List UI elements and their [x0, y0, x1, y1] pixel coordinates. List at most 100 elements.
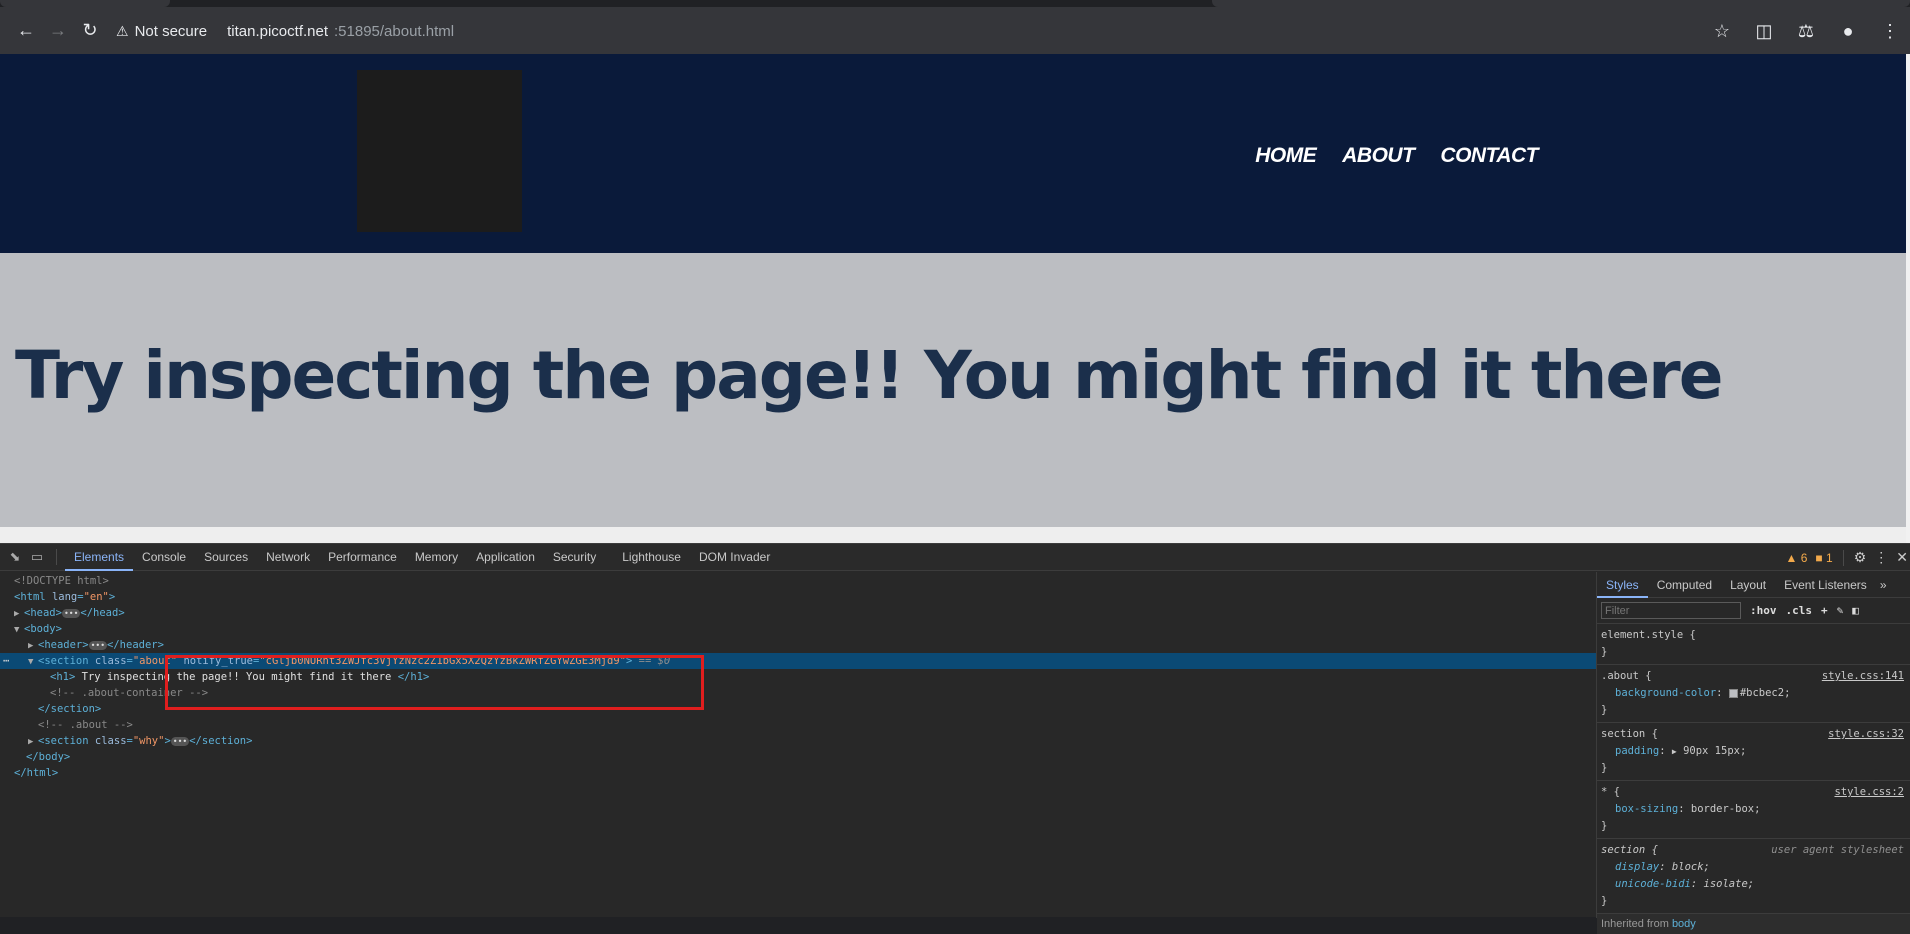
tab-lighthouse[interactable]: Lighthouse — [613, 544, 690, 571]
tab-performance[interactable]: Performance — [319, 544, 406, 571]
notify-value[interactable]: "cGljb0NURnt3ZWJfc3VjYzNzc2Z1bGx5X2QzYzB… — [259, 655, 626, 667]
hov-toggle[interactable]: :hov — [1750, 604, 1777, 617]
dom-html-close[interactable]: </html> — [0, 765, 1596, 781]
toggle-sidebar-icon[interactable]: ◧ — [1852, 604, 1859, 617]
tab-memory[interactable]: Memory — [406, 544, 467, 571]
site-logo[interactable] — [357, 70, 522, 232]
forward-arrow-icon[interactable]: → — [42, 15, 74, 47]
tab-edge[interactable] — [0, 0, 170, 7]
dom-body-open[interactable]: ▼ <body> — [0, 621, 1596, 637]
settings-gear-icon[interactable]: ⚙ — [1854, 549, 1867, 566]
nav-home-link[interactable]: HOME — [1255, 144, 1317, 168]
collapsed-ellipsis-icon[interactable]: ••• — [170, 736, 190, 746]
dom-comment-about-container[interactable]: <!-- .about-container --> — [0, 685, 1596, 701]
expand-triangle-icon[interactable]: ▶ — [28, 638, 38, 654]
back-arrow-icon[interactable]: ← — [10, 15, 42, 47]
tab-styles[interactable]: Styles — [1597, 572, 1648, 598]
nav-contact-link[interactable]: CONTACT — [1440, 144, 1538, 168]
collapsed-ellipsis-icon[interactable]: ••• — [88, 640, 108, 650]
source-link[interactable]: style.css:32 — [1828, 726, 1904, 743]
tab-security[interactable]: Security — [544, 544, 605, 571]
device-toolbar-icon[interactable]: ▭ — [26, 544, 48, 571]
close-icon[interactable]: ✕ — [1896, 549, 1908, 566]
rule-user-agent-section[interactable]: section { user agent stylesheet display:… — [1597, 839, 1910, 914]
menu-kebab-icon[interactable]: ⋮ — [1874, 15, 1906, 47]
devtools-menu-icon[interactable]: ⋮ — [1874, 549, 1888, 566]
tab-network[interactable]: Network — [257, 544, 319, 571]
inherited-body-link[interactable]: body — [1672, 918, 1696, 930]
expand-triangle-icon[interactable]: ▶ — [28, 734, 38, 750]
dom-header[interactable]: ▶ <header> ••• </header> — [0, 637, 1596, 653]
elements-tree: <!DOCTYPE html> <html lang="en"> ▶ <head>… — [0, 572, 1596, 918]
dom-h1[interactable]: <h1> Try inspecting the page!! You might… — [0, 669, 1596, 685]
rule-universal[interactable]: * { style.css:2 box-sizing: border-box; … — [1597, 781, 1910, 839]
site-nav: HOME ABOUT CONTACT — [1255, 144, 1538, 168]
paint-brush-icon[interactable]: ✎ — [1837, 604, 1844, 617]
rule-element-style[interactable]: element.style { } — [1597, 624, 1910, 665]
tab-application[interactable]: Application — [467, 544, 544, 571]
devtools-tabbar-right: ▲ 6 ■ 1 ⚙ ⋮ ✕ — [1786, 544, 1910, 571]
tab-elements[interactable]: Elements — [65, 544, 134, 571]
styles-tabbar: Styles Computed Layout Event Listeners » — [1597, 572, 1910, 598]
security-label[interactable]: Not secure — [135, 23, 208, 40]
dom-html-open[interactable]: <html lang="en"> — [0, 589, 1596, 605]
page-viewport: HOME ABOUT CONTACT Try inspecting the pa… — [0, 54, 1906, 543]
warnings-badge[interactable]: ▲ 6 — [1786, 551, 1808, 565]
collapse-triangle-icon[interactable]: ▼ — [14, 622, 24, 638]
styles-filter-bar: :hov .cls + ✎ ◧ — [1597, 598, 1910, 624]
cls-toggle[interactable]: .cls — [1786, 604, 1813, 617]
url-host[interactable]: titan.picoctf.net — [227, 23, 328, 40]
source-link[interactable]: style.css:2 — [1834, 784, 1904, 801]
tab-layout[interactable]: Layout — [1721, 572, 1775, 598]
expand-triangle-icon[interactable]: ▶ — [14, 606, 24, 622]
dom-section-why[interactable]: ▶ <section class="why"> ••• </section> — [0, 733, 1596, 749]
dom-doctype[interactable]: <!DOCTYPE html> — [0, 573, 1596, 589]
browser-toolbar: ← → ↻ ⚠ Not secure titan.picoctf.net :518… — [0, 7, 1910, 54]
page-heading: Try inspecting the page!! You might find… — [15, 337, 1723, 414]
collapsed-ellipsis-icon[interactable]: ••• — [61, 608, 81, 618]
reload-icon[interactable]: ↻ — [74, 15, 106, 47]
site-header: HOME ABOUT CONTACT — [0, 54, 1906, 253]
page-scrollbar[interactable] — [1906, 54, 1910, 543]
toolbar-actions: ☆ ◫ ⚖ ● ⋮ — [1706, 15, 1906, 47]
rule-section[interactable]: section { style.css:32 padding: ▶ 90px 1… — [1597, 723, 1910, 781]
tab-dom-invader[interactable]: DOM Invader — [690, 544, 779, 571]
tab-sources[interactable]: Sources — [195, 544, 257, 571]
bookmark-star-icon[interactable]: ☆ — [1706, 15, 1738, 47]
nav-about-link[interactable]: ABOUT — [1342, 144, 1415, 168]
dom-body-close[interactable]: </body> — [0, 749, 1596, 765]
extensions-icon[interactable]: ◫ — [1748, 15, 1780, 47]
collapse-triangle-icon[interactable]: ▼ — [28, 654, 38, 670]
profile-icon[interactable]: ● — [1832, 15, 1864, 47]
tab-console[interactable]: Console — [133, 544, 195, 571]
notify-attribute[interactable]: notify_true — [183, 655, 253, 667]
styles-filter-input[interactable] — [1601, 602, 1741, 619]
styles-pane: Styles Computed Layout Event Listeners »… — [1596, 572, 1910, 934]
inspect-element-icon[interactable]: ⬊ — [4, 544, 26, 571]
more-tabs-chevron-icon[interactable]: » — [1876, 572, 1891, 598]
url-path[interactable]: :51895/about.html — [334, 23, 454, 40]
warning-triangle-icon[interactable]: ⚠ — [116, 23, 129, 40]
inherited-from-header: Inherited from body — [1597, 914, 1910, 934]
color-swatch[interactable] — [1728, 688, 1738, 698]
tab-edge[interactable] — [1212, 0, 1910, 7]
labs-flask-icon[interactable]: ⚖ — [1790, 15, 1822, 47]
new-rule-plus-icon[interactable]: + — [1821, 604, 1828, 617]
about-section: Try inspecting the page!! You might find… — [0, 253, 1906, 527]
address-bar[interactable]: ⚠ Not secure titan.picoctf.net :51895/abo… — [116, 15, 454, 47]
issues-badge[interactable]: ■ 1 — [1815, 551, 1832, 565]
dom-comment-about[interactable]: <!-- .about --> — [0, 717, 1596, 733]
tab-event-listeners[interactable]: Event Listeners — [1775, 572, 1876, 598]
source-link[interactable]: style.css:141 — [1822, 668, 1904, 685]
dom-head[interactable]: ▶ <head> ••• </head> — [0, 605, 1596, 621]
devtools-tabbar: ⬊ ▭ Elements Console Sources Network Per… — [0, 544, 1910, 571]
warnings-count: 6 — [1800, 550, 1808, 565]
tab-computed[interactable]: Computed — [1648, 572, 1721, 598]
dom-section-about-selected[interactable]: ⋯ ▼ <section class="about" notify_true="cG… — [0, 653, 1596, 669]
tab-strip — [0, 0, 1910, 7]
expand-triangle-icon[interactable]: ▶ — [1672, 747, 1677, 756]
devtools-panel: ⬊ ▭ Elements Console Sources Network Per… — [0, 543, 1910, 934]
dom-section-close[interactable]: </section> — [0, 701, 1596, 717]
issues-count: 1 — [1826, 550, 1833, 565]
rule-about[interactable]: .about { style.css:141 background-color:… — [1597, 665, 1910, 723]
